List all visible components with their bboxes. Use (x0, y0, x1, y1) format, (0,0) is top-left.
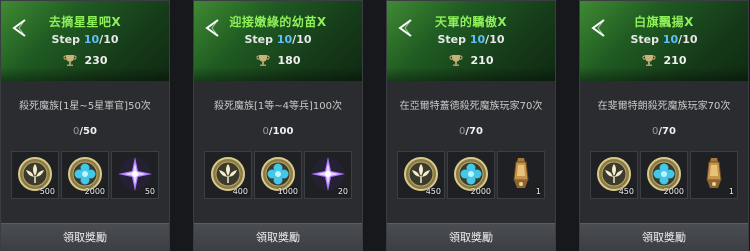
step-counter: Step 10/10 (194, 33, 362, 46)
points-row: 210 (387, 53, 555, 67)
points-row: 230 (1, 53, 169, 67)
progress-counter: 0/50 (1, 126, 169, 137)
achievement-card-3: 天軍的驕傲X Step 10/10 210 在亞爾特蓋德殺死魔族玩家70次 0/… (386, 0, 556, 251)
card-title: 去摘星星吧X (48, 15, 122, 29)
reward-quantity: 450 (618, 187, 634, 196)
reward-list: 500 2000 50 (11, 151, 159, 199)
reward-slot[interactable]: 2000 (640, 151, 688, 199)
step-prefix: Step (51, 33, 81, 46)
step-total: /10 (485, 33, 505, 46)
card-header: 天軍的驕傲X Step 10/10 210 (387, 1, 555, 81)
step-prefix: Step (244, 33, 274, 46)
points-value: 230 (84, 53, 108, 67)
reward-quantity: 50 (144, 187, 155, 196)
step-counter: Step 10/10 (580, 33, 748, 46)
reward-slot[interactable]: 2000 (61, 151, 109, 199)
achievement-card-2: 迎接嫩綠的幼苗X Step 10/10 180 殺死魔族[1等~4等兵]100次… (193, 0, 363, 251)
reward-list: 450 2000 1 (397, 151, 545, 199)
reward-quantity: 1 (535, 187, 541, 196)
reward-slot[interactable]: 400 (204, 151, 252, 199)
claim-reward-button[interactable]: 領取獎勵 (387, 223, 555, 250)
trophy-icon (62, 55, 77, 66)
step-total: /10 (678, 33, 698, 46)
points-value: 210 (663, 53, 687, 67)
step-current: 10 (276, 33, 293, 46)
reward-slot[interactable]: 450 (397, 151, 445, 199)
progress-total: /70 (465, 126, 483, 137)
reward-list: 400 1000 20 (204, 151, 352, 199)
reward-slot[interactable]: 450 (590, 151, 638, 199)
progress-counter: 0/70 (387, 126, 555, 137)
progress-counter: 0/100 (194, 126, 362, 137)
mission-description: 殺死魔族[1星~5星軍官]50次 (19, 101, 151, 112)
step-prefix: Step (630, 33, 660, 46)
points-value: 210 (470, 53, 494, 67)
step-current: 10 (83, 33, 100, 46)
reward-quantity: 2000 (84, 187, 105, 196)
trophy-icon (448, 55, 463, 66)
mission-description: 在亞爾特蓋德殺死魔族玩家70次 (399, 101, 543, 112)
claim-reward-button[interactable]: 領取獎勵 (1, 223, 169, 250)
card-header: 去摘星星吧X Step 10/10 230 (1, 1, 169, 81)
trophy-icon (255, 55, 270, 66)
step-current: 10 (469, 33, 486, 46)
reward-slot[interactable]: 1 (690, 151, 738, 199)
reward-slot[interactable]: 50 (111, 151, 159, 199)
points-row: 180 (194, 53, 362, 67)
reward-quantity: 2000 (663, 187, 684, 196)
reward-quantity: 20 (337, 187, 348, 196)
reward-quantity: 450 (425, 187, 441, 196)
points-row: 210 (580, 53, 748, 67)
mission-description: 在斐爾特朗殺死魔族玩家70次 (597, 101, 731, 112)
claim-reward-button[interactable]: 領取獎勵 (580, 223, 748, 250)
achievement-card-1: 去摘星星吧X Step 10/10 230 殺死魔族[1星~5星軍官]50次 0… (0, 0, 170, 251)
step-total: /10 (292, 33, 312, 46)
claim-reward-button[interactable]: 領取獎勵 (194, 223, 362, 250)
step-total: /10 (99, 33, 119, 46)
progress-total: /50 (79, 126, 97, 137)
step-counter: Step 10/10 (1, 33, 169, 46)
card-header: 迎接嫩綠的幼苗X Step 10/10 180 (194, 1, 362, 81)
reward-quantity: 1 (728, 187, 734, 196)
points-value: 180 (277, 53, 301, 67)
step-current: 10 (662, 33, 679, 46)
reward-quantity: 400 (232, 187, 248, 196)
card-title: 白旗飄揚X (634, 15, 694, 29)
reward-quantity: 1000 (277, 187, 298, 196)
step-prefix: Step (437, 33, 467, 46)
card-header: 白旗飄揚X Step 10/10 210 (580, 1, 748, 81)
progress-total: /70 (658, 126, 676, 137)
trophy-icon (641, 55, 656, 66)
step-counter: Step 10/10 (387, 33, 555, 46)
progress-total: /100 (268, 126, 294, 137)
card-title: 天軍的驕傲X (434, 15, 508, 29)
reward-slot[interactable]: 1000 (254, 151, 302, 199)
progress-counter: 0/70 (580, 126, 748, 137)
mission-description: 殺死魔族[1等~4等兵]100次 (214, 101, 342, 112)
reward-quantity: 500 (39, 187, 55, 196)
reward-quantity: 2000 (470, 187, 491, 196)
card-title: 迎接嫩綠的幼苗X (229, 15, 327, 29)
reward-slot[interactable]: 1 (497, 151, 545, 199)
reward-list: 450 2000 1 (590, 151, 738, 199)
achievement-card-4: 白旗飄揚X Step 10/10 210 在斐爾特朗殺死魔族玩家70次 0/70… (579, 0, 749, 251)
reward-slot[interactable]: 20 (304, 151, 352, 199)
reward-slot[interactable]: 500 (11, 151, 59, 199)
reward-slot[interactable]: 2000 (447, 151, 495, 199)
